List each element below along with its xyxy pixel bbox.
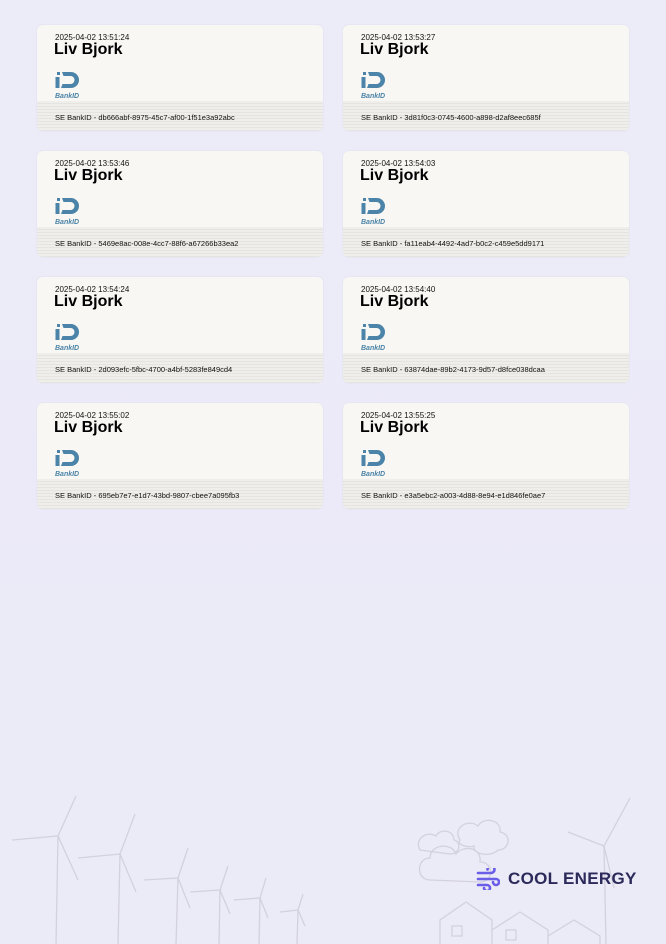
signature-id: SE BankID - fa11eab4-4492-4ad7-b0c2-c459…: [361, 239, 545, 248]
signature-id: SE BankID - 5469e8ac-008e-4cc7-88f6-a672…: [55, 239, 239, 248]
wind-icon: [476, 868, 500, 890]
signer-name: Liv Bjork: [54, 167, 123, 184]
bankid-logo: BankID: [361, 324, 385, 352]
svg-text:BankID: BankID: [55, 471, 79, 478]
signer-name: Liv Bjork: [360, 167, 429, 184]
brand-name: COOL ENERGY: [508, 869, 637, 888]
signature-grid: 2025-04-02 13:51:24 Liv Bjork BankID SE …: [37, 25, 629, 509]
signature-id: SE BankID - 3d81f0c3-0745-4600-a898-d2af…: [361, 113, 541, 122]
signature-card: 2025-04-02 13:55:02 Liv Bjork BankID SE …: [37, 403, 323, 509]
svg-text:BankID: BankID: [361, 471, 385, 478]
brand-logo: COOL ENERGY: [476, 868, 637, 890]
svg-text:BankID: BankID: [361, 345, 385, 352]
wind-turbines-illustration: [11, 795, 631, 944]
signature-id: SE BankID - 2d093efc-5fbc-4700-a4bf-5283…: [55, 365, 233, 374]
signer-name: Liv Bjork: [360, 419, 429, 436]
bankid-logo: BankID: [55, 198, 79, 226]
svg-text:BankID: BankID: [55, 219, 79, 226]
signer-name: Liv Bjork: [360, 41, 429, 58]
svg-text:BankID: BankID: [55, 93, 79, 100]
signature-card: 2025-04-02 13:53:46 Liv Bjork BankID SE …: [37, 151, 323, 257]
bankid-logo: BankID: [361, 198, 385, 226]
signer-name: Liv Bjork: [54, 41, 123, 58]
signature-card: 2025-04-02 13:53:27 Liv Bjork BankID SE …: [343, 25, 629, 131]
svg-text:BankID: BankID: [361, 219, 385, 226]
signature-card: 2025-04-02 13:54:24 Liv Bjork BankID SE …: [37, 277, 323, 383]
signature-id: SE BankID - 63874dae-89b2-4173-9d57-d8fc…: [361, 365, 545, 374]
signer-name: Liv Bjork: [54, 293, 123, 310]
signature-card: 2025-04-02 13:51:24 Liv Bjork BankID SE …: [37, 25, 323, 131]
signature-id: SE BankID - e3a5ebc2-a003-4d88-8e94-e1d8…: [361, 491, 546, 500]
bankid-logo: BankID: [55, 72, 79, 100]
svg-text:BankID: BankID: [361, 93, 385, 100]
signer-name: Liv Bjork: [54, 419, 123, 436]
signature-card: 2025-04-02 13:54:03 Liv Bjork BankID SE …: [343, 151, 629, 257]
svg-text:BankID: BankID: [55, 345, 79, 352]
signature-id: SE BankID - db666abf-8975-45c7-af00-1f51…: [55, 113, 235, 122]
signature-card: 2025-04-02 13:54:40 Liv Bjork BankID SE …: [343, 277, 629, 383]
bankid-logo: BankID: [55, 450, 79, 478]
bankid-logo: BankID: [361, 72, 385, 100]
signature-card: 2025-04-02 13:55:25 Liv Bjork BankID SE …: [343, 403, 629, 509]
signature-id: SE BankID - 695eb7e7-e1d7-43bd-9807-cbee…: [55, 491, 240, 500]
signer-name: Liv Bjork: [360, 293, 429, 310]
bankid-logo: BankID: [361, 450, 385, 478]
bankid-logo: BankID: [55, 324, 79, 352]
